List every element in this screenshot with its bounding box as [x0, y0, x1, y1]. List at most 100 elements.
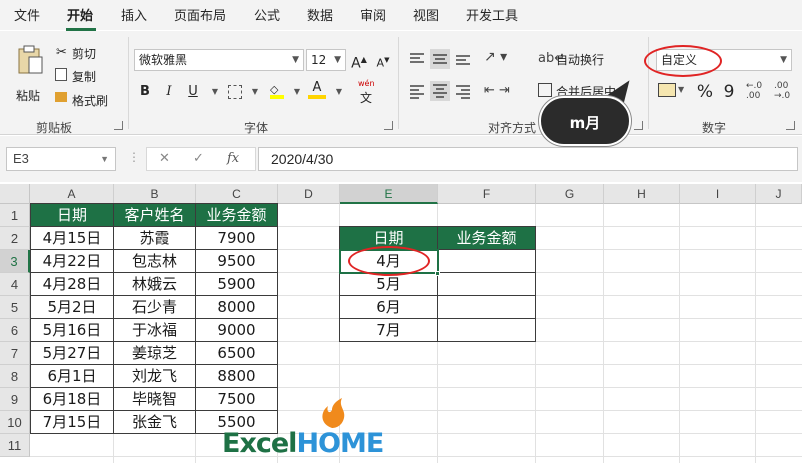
underline-button[interactable]: U	[182, 81, 204, 103]
table-cell[interactable]: 4月22日	[31, 250, 114, 273]
row-header[interactable]: 2	[0, 227, 30, 250]
summary-cell[interactable]	[438, 273, 536, 296]
row-header[interactable]: 5	[0, 296, 30, 319]
align-left-icon[interactable]	[408, 83, 426, 99]
table-cell[interactable]: 6月1日	[31, 365, 114, 388]
decrease-font-button[interactable]: A▼	[372, 49, 394, 71]
font-name-select[interactable]: 微软雅黑 ▼	[134, 49, 304, 71]
increase-font-button[interactable]: A▲	[348, 49, 370, 72]
summary-cell[interactable]	[438, 319, 536, 342]
row-header[interactable]: 1	[0, 204, 30, 227]
summary-cell[interactable]: 6月	[340, 296, 438, 319]
font-color-button[interactable]: A	[308, 79, 326, 99]
phonetic-bottom-label[interactable]: 文	[360, 89, 372, 106]
align-top-icon[interactable]	[408, 51, 426, 67]
chevron-down-icon[interactable]: ▼	[328, 81, 350, 103]
tab-review[interactable]: 审阅	[360, 0, 386, 30]
table-cell[interactable]: 张金飞	[114, 411, 196, 434]
row-header[interactable]: 8	[0, 365, 30, 388]
column-header-b[interactable]: B	[114, 184, 196, 204]
number-launcher-icon[interactable]	[786, 121, 795, 130]
table-cell[interactable]: 7月15日	[31, 411, 114, 434]
indent-icon[interactable]: ⇤ ⇥	[484, 83, 510, 98]
worksheet-grid[interactable]: A B C D E F G H I J 1 2 3 4 5 6 7 8 9 10…	[0, 184, 802, 463]
row-header[interactable]: 3	[0, 250, 30, 273]
column-header-c[interactable]: C	[196, 184, 278, 204]
summary-cell[interactable]	[438, 296, 536, 319]
italic-button[interactable]: I	[158, 81, 180, 103]
enter-icon[interactable]: ✓	[193, 151, 204, 166]
chevron-down-icon[interactable]: ▼	[678, 85, 684, 94]
orientation-icon[interactable]: ↗ ▾	[484, 49, 507, 65]
summary-header-cell[interactable]: 业务金额	[438, 227, 536, 250]
paste-button[interactable]: 粘贴	[10, 41, 50, 111]
table-cell[interactable]: 6500	[196, 342, 278, 365]
table-cell[interactable]: 8000	[196, 296, 278, 319]
table-cell[interactable]: 石少青	[114, 296, 196, 319]
tab-formulas[interactable]: 公式	[254, 0, 280, 30]
table-cell[interactable]: 4月28日	[31, 273, 114, 296]
comma-style-button[interactable]: 9	[718, 81, 740, 103]
align-right-icon[interactable]	[454, 83, 472, 99]
tab-data[interactable]: 数据	[307, 0, 333, 30]
table-cell[interactable]: 苏霞	[114, 227, 196, 250]
column-header-i[interactable]: I	[680, 184, 756, 204]
column-header-e[interactable]: E	[340, 184, 438, 204]
table-cell[interactable]: 5900	[196, 273, 278, 296]
bold-button[interactable]: B	[134, 81, 156, 103]
alignment-launcher-icon[interactable]	[634, 121, 643, 130]
column-header-a[interactable]: A	[30, 184, 114, 204]
table-cell[interactable]: 7500	[196, 388, 278, 411]
tab-file[interactable]: 文件	[14, 0, 40, 30]
name-box[interactable]: E3 ▼	[6, 147, 116, 171]
row-header[interactable]: 11	[0, 434, 30, 457]
select-all-corner[interactable]	[0, 184, 30, 204]
table-cell[interactable]: 刘龙飞	[114, 365, 196, 388]
table-cell[interactable]: 7900	[196, 227, 278, 250]
column-header-d[interactable]: D	[278, 184, 340, 204]
table-cell[interactable]: 5月16日	[31, 319, 114, 342]
row-header[interactable]: 10	[0, 411, 30, 434]
table-cell[interactable]: 林娥云	[114, 273, 196, 296]
table-cell[interactable]: 包志林	[114, 250, 196, 273]
column-header-f[interactable]: F	[438, 184, 536, 204]
column-header-g[interactable]: G	[536, 184, 604, 204]
format-painter-button[interactable]: 格式刷	[72, 92, 108, 109]
tab-home[interactable]: 开始	[67, 0, 93, 30]
align-center-icon[interactable]	[430, 81, 450, 101]
cancel-icon[interactable]: ✕	[159, 151, 170, 166]
tab-developer[interactable]: 开发工具	[466, 0, 518, 30]
tab-insert[interactable]: 插入	[121, 0, 147, 30]
chevron-down-icon[interactable]: ▼	[204, 81, 226, 103]
font-launcher-icon[interactable]	[384, 121, 393, 130]
border-icon[interactable]	[228, 85, 242, 99]
summary-cell[interactable]: 7月	[340, 319, 438, 342]
cut-button[interactable]: 剪切	[72, 45, 96, 62]
table-header-cell[interactable]: 业务金额	[196, 204, 278, 227]
copy-button[interactable]: 复制	[72, 68, 96, 85]
row-header[interactable]: 6	[0, 319, 30, 342]
formula-input[interactable]: 2020/4/30	[258, 147, 798, 171]
table-header-cell[interactable]: 日期	[31, 204, 114, 227]
increase-decimal-icon[interactable]: ←.0.00	[746, 81, 762, 101]
font-size-select[interactable]: 12 ▼	[306, 49, 346, 71]
accounting-format-icon[interactable]	[658, 83, 676, 97]
align-middle-icon[interactable]	[430, 49, 450, 69]
row-header[interactable]: 4	[0, 273, 30, 296]
align-bottom-icon[interactable]	[454, 51, 472, 67]
decrease-decimal-icon[interactable]: .00 →.0	[774, 81, 790, 101]
tab-view[interactable]: 视图	[413, 0, 439, 30]
table-cell[interactable]: 8800	[196, 365, 278, 388]
chevron-down-icon[interactable]: ▼	[244, 81, 266, 103]
insert-function-icon[interactable]: fx	[227, 151, 239, 166]
table-header-cell[interactable]: 客户姓名	[114, 204, 196, 227]
table-cell[interactable]: 姜琼芝	[114, 342, 196, 365]
tab-page-layout[interactable]: 页面布局	[174, 0, 226, 30]
table-cell[interactable]: 4月15日	[31, 227, 114, 250]
wrap-text-button[interactable]: 自动换行	[556, 51, 604, 68]
table-cell[interactable]: 9000	[196, 319, 278, 342]
fill-handle[interactable]	[435, 271, 440, 276]
table-cell[interactable]: 毕晓智	[114, 388, 196, 411]
table-cell[interactable]: 9500	[196, 250, 278, 273]
summary-cell[interactable]	[438, 250, 536, 273]
